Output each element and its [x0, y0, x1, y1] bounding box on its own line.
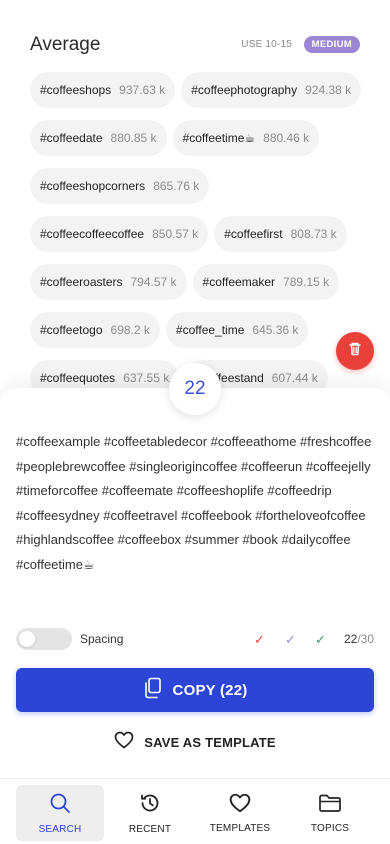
hashtag-chip[interactable]: #coffeeroasters 794.57 k — [30, 264, 187, 300]
hashtag-chip[interactable]: #coffeeshopcorners 865.76 k — [30, 168, 210, 204]
chip-count: 645.36 k — [252, 323, 299, 337]
hashtag-counter: 22/30 — [344, 632, 374, 646]
controls-row: Spacing ✓ ✓ ✓ 22/30 — [16, 628, 374, 652]
chip-count: 607.44 k — [271, 371, 318, 385]
history-icon — [139, 792, 161, 819]
chip-tag: #coffeecoffeecoffee — [40, 227, 145, 241]
hashtag-chip[interactable]: #coffee_time 645.36 k — [165, 312, 309, 348]
chip-count: 880.85 k — [110, 131, 157, 145]
delete-button[interactable] — [336, 332, 374, 370]
spacing-label: Spacing — [80, 632, 124, 646]
toggle-knob — [19, 631, 35, 647]
chip-tag: #coffeetogo — [40, 323, 103, 337]
bottom-nav: SEARCH RECENT TEMPLATES TOPICS — [0, 778, 390, 844]
chip-row: #coffeetogo 698.2 k #coffee_time 645.36 k — [30, 312, 370, 348]
chip-row: #coffeedate 880.85 k #coffeetime☕ 880.46 k — [30, 120, 370, 156]
heart-icon — [114, 731, 134, 754]
selected-count-badge: 22 — [169, 363, 221, 415]
chip-count: 637.55 k — [123, 371, 170, 385]
nav-item-search[interactable]: SEARCH — [16, 785, 104, 841]
chip-row: #coffeeroasters 794.57 k #coffeemaker 789.… — [30, 264, 370, 300]
search-icon — [49, 792, 71, 819]
counter-current: 22 — [343, 632, 358, 646]
check-icon-purple: ✓ — [285, 632, 296, 647]
nav-label-search: SEARCH — [38, 823, 82, 835]
hashtag-results-area: Average USE 10-15 MEDIUM #coffeeshops 937… — [0, 0, 390, 400]
chip-count: 937.63 k — [119, 83, 166, 97]
save-as-template-label: SAVE AS TEMPLATE — [144, 734, 276, 750]
use-range-label: USE 10-15 — [241, 39, 292, 50]
copy-button[interactable]: COPY (22) — [16, 668, 374, 712]
check-icon-red: ✓ — [254, 632, 265, 647]
hashtag-chip[interactable]: #coffeetime☕ 880.46 k — [172, 120, 320, 156]
hashtag-chip[interactable]: #coffeedate 880.85 k — [30, 120, 167, 156]
section-title: Average — [30, 34, 101, 55]
nav-label-templates: TEMPLATES — [209, 822, 271, 834]
counter-max: /30 — [357, 632, 374, 646]
save-as-template-button[interactable]: SAVE AS TEMPLATE — [0, 730, 390, 754]
copy-button-label: COPY (22) — [172, 681, 248, 699]
nav-label-topics: TOPICS — [310, 822, 350, 834]
chip-tag: #coffee_time — [175, 323, 245, 337]
hashtag-chip[interactable]: #coffeetogo 698.2 k — [30, 312, 160, 348]
hashtag-chip-list: #coffeeshops 937.63 k #coffeephotography 9… — [30, 72, 370, 408]
chip-row: #coffeeshops 937.63 k #coffeephotography 9… — [30, 72, 370, 108]
section-header: Average USE 10-15 MEDIUM — [30, 32, 360, 58]
chip-tag: #coffeefirst — [224, 227, 283, 241]
nav-item-topics[interactable]: TOPICS — [286, 785, 374, 841]
nav-label-recent: RECENT — [128, 823, 172, 835]
nav-item-recent[interactable]: RECENT — [106, 785, 194, 841]
check-icon-green: ✓ — [315, 632, 326, 647]
heart-icon — [229, 793, 251, 818]
chip-count: 698.2 k — [110, 323, 150, 337]
chip-count: 865.76 k — [153, 179, 200, 193]
hashtag-chip[interactable]: #coffeefirst 808.73 k — [214, 216, 347, 252]
chip-tag: #coffeemaker — [202, 275, 276, 289]
selected-hashtags-text[interactable]: #coffeexample #coffeetabledecor #coffeea… — [16, 430, 376, 577]
level-badge: MEDIUM — [303, 36, 360, 53]
hashtag-chip[interactable]: #coffeecoffeecoffee 850.57 k — [30, 216, 209, 252]
trash-icon — [347, 341, 363, 362]
chip-count: 808.73 k — [290, 227, 337, 241]
hashtag-chip[interactable]: #coffeephotography 924.38 k — [181, 72, 362, 108]
chip-row: #coffeeshopcorners 865.76 k — [30, 168, 370, 204]
chip-tag: #coffeephotography — [191, 83, 298, 97]
chip-tag: #coffeetime☕ — [182, 131, 256, 145]
chip-tag: #coffeequotes — [40, 371, 116, 385]
chip-tag: #coffeeshops — [40, 83, 112, 97]
chip-tag: #coffeedate — [40, 131, 103, 145]
nav-item-templates[interactable]: TEMPLATES — [196, 785, 284, 841]
chip-count: 794.57 k — [130, 275, 177, 289]
chip-tag: #coffeeshopcorners — [40, 179, 146, 193]
folder-icon — [318, 793, 342, 818]
chip-count: 880.46 k — [263, 131, 310, 145]
hashtag-chip[interactable]: #coffeeshops 937.63 k — [30, 72, 176, 108]
chip-count: 924.38 k — [305, 83, 352, 97]
spacing-toggle[interactable] — [16, 628, 72, 650]
hashtag-chip[interactable]: #coffeemaker 789.15 k — [192, 264, 340, 300]
chip-row: #coffeecoffeecoffee 850.57 k #coffeefirst… — [30, 216, 370, 252]
chip-count: 789.15 k — [283, 275, 330, 289]
chip-count: 850.57 k — [152, 227, 199, 241]
copy-icon — [143, 677, 163, 704]
chip-tag: #coffeeroasters — [40, 275, 123, 289]
